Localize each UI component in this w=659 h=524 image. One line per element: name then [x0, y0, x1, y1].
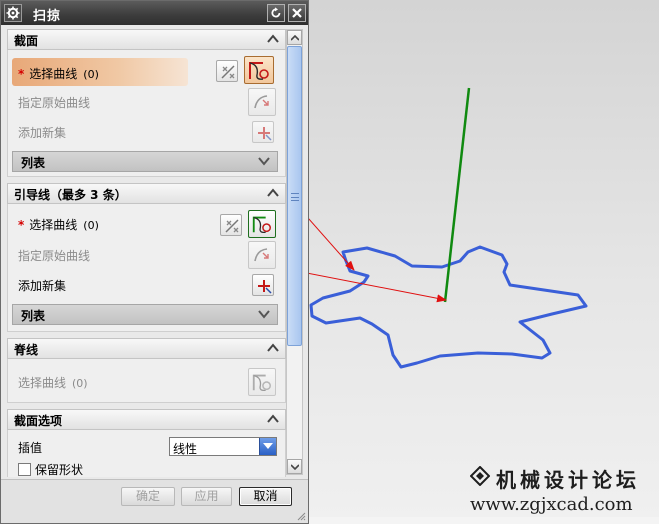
spine-body: 选择曲线 (0) — [7, 359, 286, 403]
ok-button[interactable]: 确定 — [121, 487, 175, 506]
spine-title: 脊线 — [14, 343, 39, 357]
deselect-icon — [225, 219, 239, 233]
expand-icon — [258, 310, 270, 319]
add-set-icon — [258, 127, 272, 141]
deselect-button[interactable] — [220, 214, 242, 236]
deselect-button[interactable] — [216, 60, 238, 82]
forum-logo-icon — [470, 466, 490, 486]
chevron-down-icon — [291, 464, 299, 470]
guide-list-label: 列表 — [21, 309, 46, 323]
section-list-label: 列表 — [21, 156, 46, 170]
close-button[interactable] — [288, 4, 306, 22]
options-title: 截面选项 — [14, 414, 63, 428]
keep-shape-label: 保留形状 — [35, 463, 84, 477]
section-select-curve-row[interactable]: * 选择曲线 (0) — [8, 55, 285, 86]
section-add-set-label: 添加新集 — [18, 126, 67, 140]
scroll-up-button[interactable] — [287, 30, 302, 45]
collapse-icon[interactable] — [265, 411, 281, 427]
dialog-content: 截面 * 选择曲线 (0) 指定原始曲线 添加新集 列表 引导线（最多 3 条）… — [7, 29, 286, 477]
collapse-icon[interactable] — [265, 31, 281, 47]
deselect-icon — [221, 65, 235, 79]
origin-curve-icon — [254, 95, 269, 109]
expand-icon — [258, 157, 270, 166]
watermark-title: 机械设计论坛 — [496, 468, 640, 492]
section-origin-curve-row[interactable]: 指定原始曲线 — [8, 87, 285, 117]
dialog-footer: 确定 应用 取消 — [1, 479, 308, 523]
guide-select-curve-label: 选择曲线 — [29, 218, 78, 232]
add-set-icon — [258, 280, 272, 294]
add-set-button[interactable] — [252, 121, 274, 143]
section-header[interactable]: 截面 — [7, 29, 286, 50]
interp-value: 线性 — [173, 442, 198, 456]
guide-origin-curve-label: 指定原始曲线 — [18, 249, 91, 263]
required-star-icon: * — [18, 218, 25, 232]
section-body: * 选择曲线 (0) 指定原始曲线 添加新集 列表 — [7, 50, 286, 177]
origin-curve-button[interactable] — [248, 88, 276, 116]
gear-icon[interactable] — [4, 4, 22, 22]
reset-icon — [271, 7, 281, 18]
dialog-title: 扫掠 — [33, 9, 62, 24]
interp-select[interactable]: 线性 — [169, 437, 277, 456]
origin-curve-icon — [254, 248, 269, 262]
scroll-down-button[interactable] — [287, 459, 302, 474]
guide-body: * 选择曲线 (0) 指定原始曲线 添加新集 列表 — [7, 204, 286, 332]
scroll-thumb[interactable] — [287, 46, 302, 346]
interp-label: 插值 — [18, 441, 43, 455]
guide-select-curve-row[interactable]: * 选择曲线 (0) — [8, 209, 285, 239]
options-body: 插值 线性 保留形状 — [7, 430, 286, 477]
section-count: (0) — [83, 68, 99, 81]
collapse-icon[interactable] — [265, 185, 281, 201]
spine-select-curve-row[interactable]: 选择曲线 (0) — [8, 367, 285, 397]
add-set-button[interactable] — [252, 274, 274, 296]
apply-button[interactable]: 应用 — [181, 487, 232, 506]
close-icon — [292, 8, 302, 18]
spine-count: (0) — [72, 377, 88, 390]
grip-icon — [291, 193, 299, 201]
keep-shape-checkbox[interactable] — [18, 463, 31, 476]
watermark-url: www.zgjxcad.com — [470, 494, 633, 515]
required-star-icon: * — [18, 67, 25, 81]
collapse-icon[interactable] — [265, 340, 281, 356]
guide-origin-curve-row[interactable]: 指定原始曲线 — [8, 240, 285, 270]
resize-grip-icon[interactable] — [296, 511, 306, 521]
reset-button[interactable] — [267, 4, 285, 22]
curve-rule-button[interactable] — [248, 368, 276, 396]
section-origin-curve-label: 指定原始曲线 — [18, 96, 91, 110]
guide-list-toggle[interactable]: 列表 — [12, 304, 278, 325]
guide-add-set-label: 添加新集 — [18, 279, 67, 293]
origin-curve-button[interactable] — [248, 241, 276, 269]
spine-select-curve-label: 选择曲线 — [18, 376, 67, 390]
section-list-toggle[interactable]: 列表 — [12, 151, 278, 172]
curve-rule-button[interactable] — [248, 210, 276, 238]
section-title: 截面 — [14, 34, 39, 48]
dialog-scrollbar[interactable] — [286, 29, 303, 475]
guide-line — [443, 87, 471, 303]
curve-rule-icon — [252, 216, 271, 234]
guide-header[interactable]: 引导线（最多 3 条） — [7, 183, 286, 204]
chevron-up-icon — [291, 35, 299, 41]
dialog-titlebar[interactable]: 扫掠 — [1, 1, 308, 25]
section-select-curve-label: 选择曲线 — [29, 67, 78, 81]
curve-rule-icon — [249, 62, 269, 80]
curve-rule-icon — [252, 374, 271, 392]
guide-count: (0) — [83, 219, 99, 232]
dropdown-arrow-icon[interactable] — [259, 438, 276, 455]
guide-title: 引导线（最多 3 条） — [14, 188, 127, 202]
guide-add-set-row[interactable]: 添加新集 — [8, 272, 285, 298]
cancel-button[interactable]: 取消 — [239, 487, 292, 506]
sweep-dialog: 扫掠 截面 * 选择曲线 (0) 指定原始曲线 添加新集 列表 引导线（最多 3… — [0, 0, 309, 524]
section-add-set-row[interactable]: 添加新集 — [8, 119, 285, 145]
options-header[interactable]: 截面选项 — [7, 409, 286, 430]
curve-rule-button[interactable] — [244, 56, 274, 84]
spine-header[interactable]: 脊线 — [7, 338, 286, 359]
